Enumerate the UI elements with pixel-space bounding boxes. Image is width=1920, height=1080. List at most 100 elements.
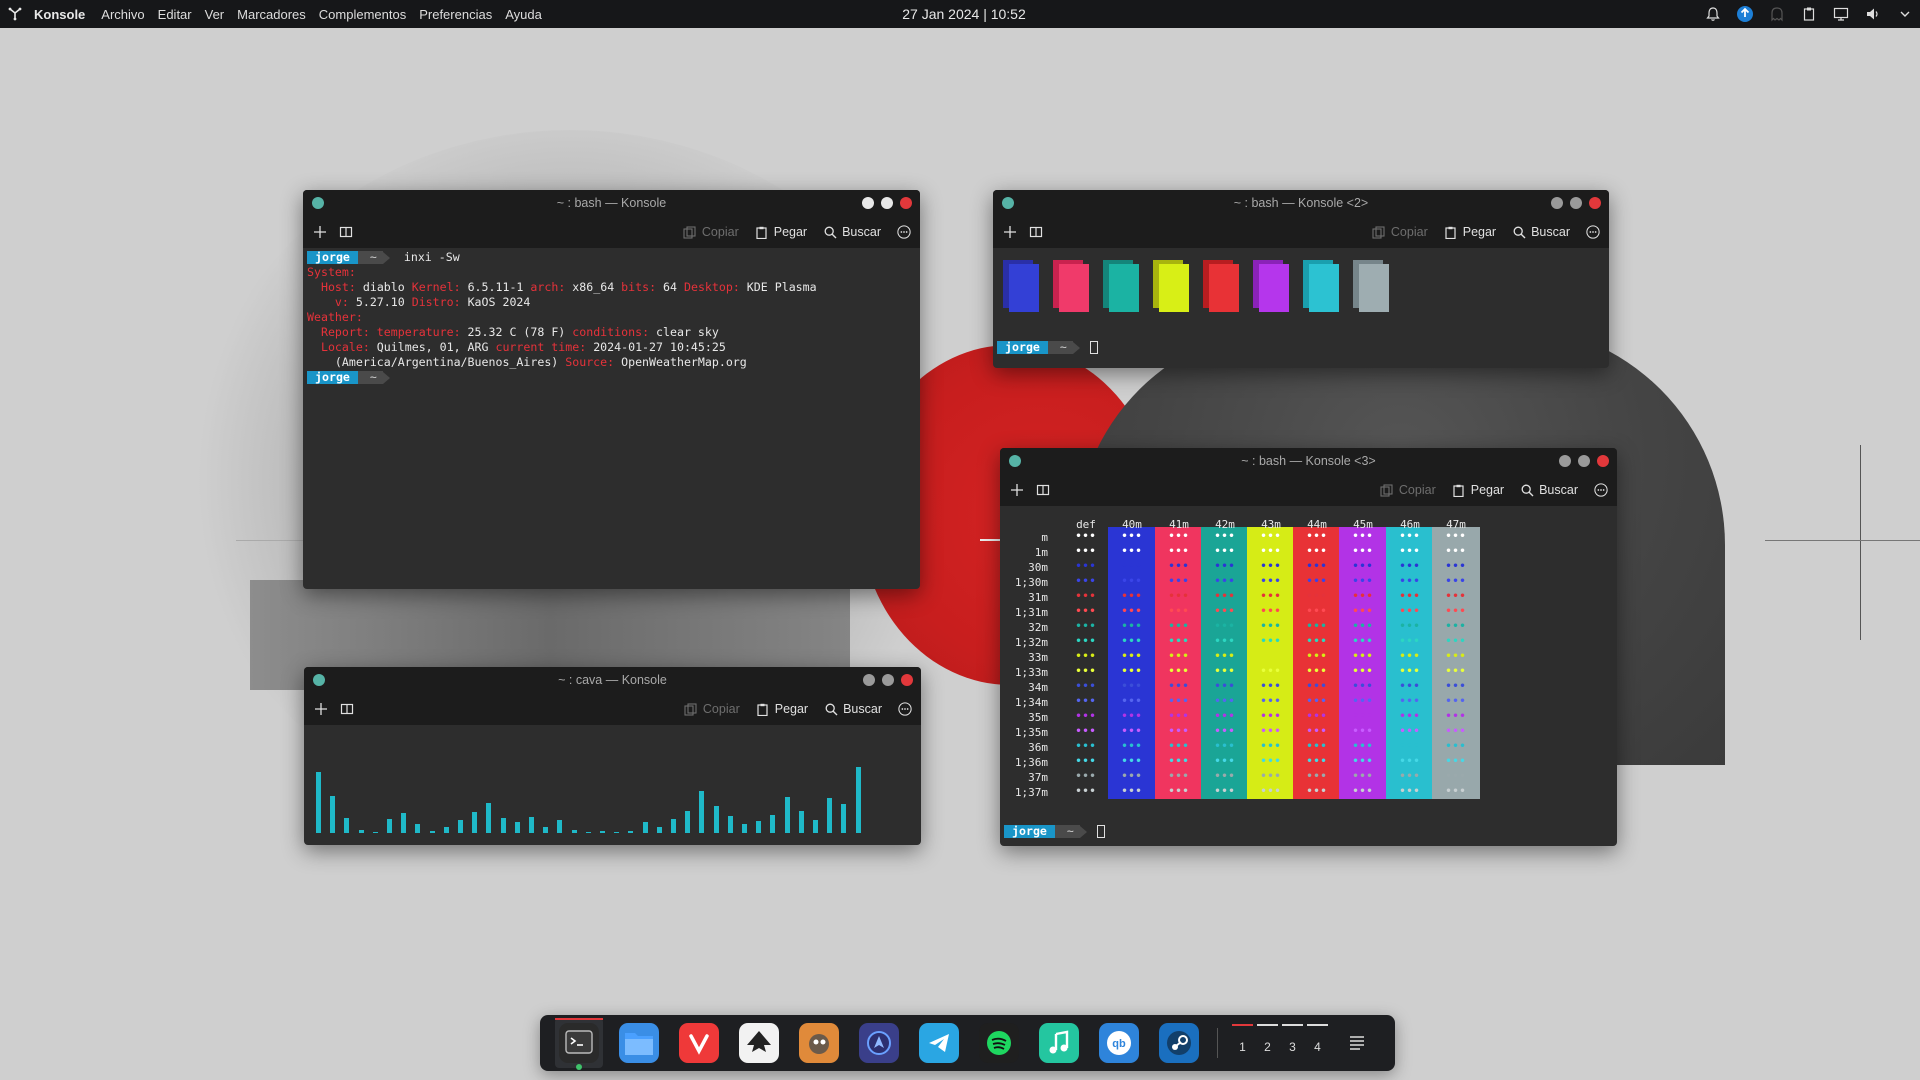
close-button[interactable] <box>1597 455 1609 467</box>
terminal-output[interactable]: jorge ~ <box>993 338 1102 357</box>
color-sample: ••• <box>1075 621 1097 632</box>
copy-button[interactable]: Copiar <box>684 702 740 716</box>
pin-icon[interactable] <box>1002 197 1014 209</box>
row-label: 35m <box>1028 711 1048 724</box>
display-icon[interactable] <box>1832 5 1850 23</box>
dock-app-gimp[interactable] <box>795 1018 843 1068</box>
close-button[interactable] <box>900 197 912 209</box>
color-sample: ••• <box>1399 546 1421 557</box>
updates-icon[interactable] <box>1736 5 1754 23</box>
menu-ayuda[interactable]: Ayuda <box>505 7 542 22</box>
more-options-icon[interactable] <box>1594 483 1608 497</box>
color-sample: ••• <box>1352 621 1374 632</box>
copy-button[interactable]: Copiar <box>1380 483 1436 497</box>
color-sample: ••• <box>1168 756 1190 767</box>
maximize-button[interactable] <box>882 674 894 686</box>
color-sample: ••• <box>1168 651 1190 662</box>
clipboard-icon[interactable] <box>1800 5 1818 23</box>
new-tab-icon[interactable] <box>1003 225 1017 239</box>
color-sample: ••• <box>1121 741 1143 752</box>
close-button[interactable] <box>1589 197 1601 209</box>
dock-app-inkscape[interactable] <box>735 1018 783 1068</box>
color-sample: ••• <box>1168 576 1190 587</box>
split-view-icon[interactable] <box>339 225 353 239</box>
color-sample: ••• <box>1214 576 1236 587</box>
minimize-button[interactable] <box>1551 197 1563 209</box>
color-sample: ••• <box>1445 756 1467 767</box>
split-view-icon[interactable] <box>1036 483 1050 497</box>
titlebar[interactable]: ~ : cava — Konsole <box>304 667 921 693</box>
pin-icon[interactable] <box>312 197 324 209</box>
dock-app-files[interactable] <box>615 1018 663 1068</box>
new-tab-icon[interactable] <box>313 225 327 239</box>
paste-button[interactable]: Pegar <box>756 702 808 716</box>
new-tab-icon[interactable] <box>314 702 328 716</box>
pin-icon[interactable] <box>1009 455 1021 467</box>
more-options-icon[interactable] <box>1586 225 1600 239</box>
desktop-1[interactable]: 1 <box>1230 1024 1255 1054</box>
active-app-name: Konsole <box>34 6 86 22</box>
dock-app-telegram[interactable] <box>915 1018 963 1068</box>
visualizer-bar <box>657 827 662 833</box>
terminal-output[interactable]: jorge ~ <box>1000 822 1109 841</box>
dock-app-qbittorrent[interactable]: qb <box>1095 1018 1143 1068</box>
color-sample: ••• <box>1168 786 1190 797</box>
pin-icon[interactable] <box>313 674 325 686</box>
color-sample: ••• <box>1214 606 1236 617</box>
maximize-button[interactable] <box>1570 197 1582 209</box>
paste-button[interactable]: Pegar <box>1452 483 1504 497</box>
qbittorrent-icon: qb <box>1099 1023 1139 1063</box>
color-sample: ••• <box>1399 576 1421 587</box>
close-button[interactable] <box>901 674 913 686</box>
dock-app-vivaldi[interactable] <box>675 1018 723 1068</box>
desktop-4[interactable]: 4 <box>1305 1024 1330 1054</box>
color-sample: ••• <box>1121 666 1143 677</box>
dock-app-steam[interactable] <box>1155 1018 1203 1068</box>
dock-app-spotify[interactable] <box>975 1018 1023 1068</box>
minimize-button[interactable] <box>862 197 874 209</box>
chevron-down-icon[interactable] <box>1896 5 1914 23</box>
dock-app-elisa[interactable] <box>855 1018 903 1068</box>
visualizer-bar <box>799 811 804 833</box>
desktop-3[interactable]: 3 <box>1280 1024 1305 1054</box>
menu-marcadores[interactable]: Marcadores <box>237 7 306 22</box>
copy-button[interactable]: Copiar <box>1372 225 1428 239</box>
menu-complementos[interactable]: Complementos <box>319 7 406 22</box>
minimize-button[interactable] <box>1559 455 1571 467</box>
color-sample: ••• <box>1121 711 1143 722</box>
more-options-icon[interactable] <box>898 702 912 716</box>
new-tab-icon[interactable] <box>1010 483 1024 497</box>
dock-app-konsole[interactable] <box>555 1018 603 1070</box>
notifications-icon[interactable] <box>1704 5 1722 23</box>
search-icon <box>824 702 838 716</box>
search-button[interactable]: Buscar <box>1512 225 1570 239</box>
maximize-button[interactable] <box>1578 455 1590 467</box>
menu-preferencias[interactable]: Preferencias <box>419 7 492 22</box>
dock-app-music[interactable] <box>1035 1018 1083 1068</box>
kde-launcher-icon[interactable] <box>6 5 24 23</box>
paste-button[interactable]: Pegar <box>755 225 807 239</box>
menu-editar[interactable]: Editar <box>158 7 192 22</box>
search-button[interactable]: Buscar <box>823 225 881 239</box>
menu-icon[interactable] <box>1346 1032 1368 1054</box>
terminal-output[interactable]: jorge ~ inxi -Sw System: Host: diablo Ker… <box>303 248 920 387</box>
desktop-2[interactable]: 2 <box>1255 1024 1280 1054</box>
ghost-icon[interactable] <box>1768 5 1786 23</box>
volume-icon[interactable] <box>1864 5 1882 23</box>
color-sample: ••• <box>1075 606 1097 617</box>
search-button[interactable]: Buscar <box>824 702 882 716</box>
titlebar[interactable]: ~ : bash — Konsole <3> <box>1000 448 1617 474</box>
copy-button[interactable]: Copiar <box>683 225 739 239</box>
more-options-icon[interactable] <box>897 225 911 239</box>
minimize-button[interactable] <box>863 674 875 686</box>
split-view-icon[interactable] <box>340 702 354 716</box>
split-view-icon[interactable] <box>1029 225 1043 239</box>
visualizer-bar <box>827 798 832 833</box>
paste-button[interactable]: Pegar <box>1444 225 1496 239</box>
titlebar[interactable]: ~ : bash — Konsole <box>303 190 920 216</box>
maximize-button[interactable] <box>881 197 893 209</box>
search-button[interactable]: Buscar <box>1520 483 1578 497</box>
menu-archivo[interactable]: Archivo <box>101 7 144 22</box>
menu-ver[interactable]: Ver <box>205 7 225 22</box>
titlebar[interactable]: ~ : bash — Konsole <2> <box>993 190 1609 216</box>
